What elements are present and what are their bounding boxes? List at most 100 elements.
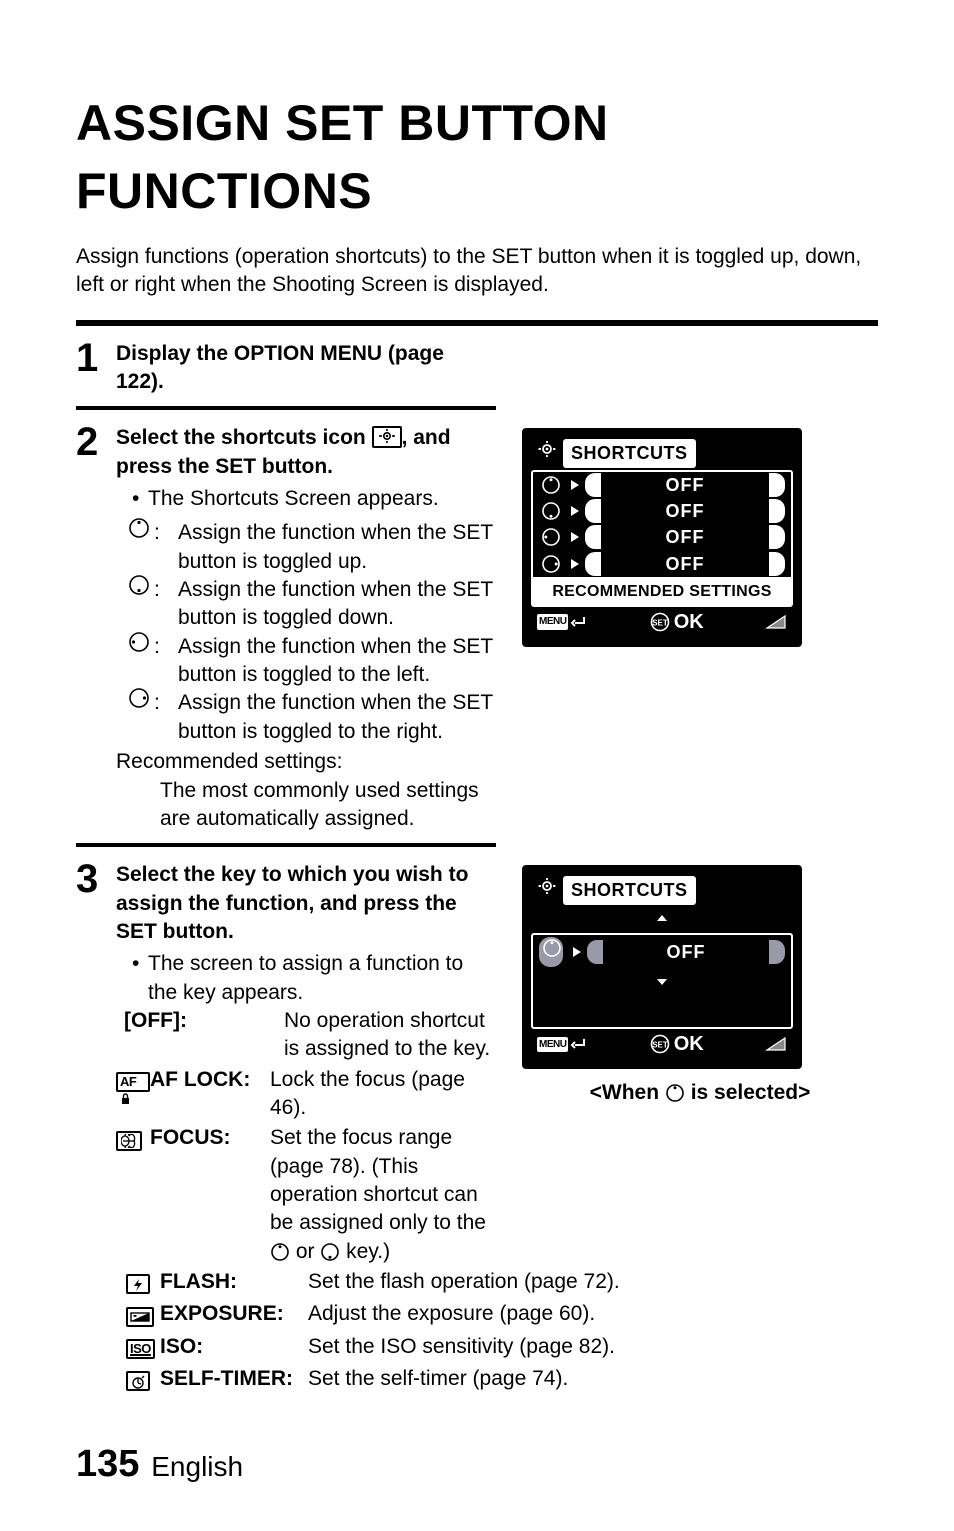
step-3: 3 Select the key to which you wish to as… <box>76 861 878 1268</box>
lcd-row-down-value: OFF <box>601 499 769 523</box>
arrow-right-icon <box>569 478 581 492</box>
aflock-label: AF LOCK: <box>150 1066 270 1094</box>
exposure-icon <box>126 1300 160 1330</box>
up-arrow-icon <box>531 903 793 931</box>
lcd-recommended: RECOMMENDED SETTINGS <box>533 577 791 605</box>
page-language: English <box>151 1448 243 1486</box>
selftimer-text: Set the self-timer (page 74). <box>308 1365 878 1393</box>
menu-label: MENU <box>537 1037 568 1053</box>
set-icon: SET <box>650 612 670 632</box>
arrow-right-icon <box>569 504 581 518</box>
dir-down-icon <box>541 501 561 521</box>
step-2-note: The Shortcuts Screen appears. <box>132 485 496 513</box>
lcd-row-left: OFF <box>533 524 791 550</box>
exposure-text: Adjust the exposure (page 60). <box>308 1300 878 1328</box>
flash-icon <box>126 1268 160 1298</box>
shortcuts-icon <box>372 426 402 448</box>
dir-down-item: : Assign the function when the SET butto… <box>130 576 496 633</box>
lcd-row-right: OFF <box>533 551 791 577</box>
dir-up-icon <box>542 938 562 958</box>
lcd2-title: SHORTCUTS <box>563 876 696 904</box>
lcd-row-left-value: OFF <box>601 525 769 549</box>
set-icon: SET <box>650 1034 670 1054</box>
iso-label: ISO: <box>160 1333 308 1361</box>
lcd-ok-label: OK <box>674 609 704 636</box>
dir-left-icon <box>128 631 150 661</box>
recommended-text: The most commonly used settings are auto… <box>160 777 496 834</box>
lcd-menu-button: MENU <box>537 614 588 630</box>
lcd2-ok-label: OK <box>674 1031 704 1058</box>
divider <box>76 320 878 326</box>
dir-down-text: Assign the function when the SET button … <box>178 578 493 629</box>
step-1: 1 Display the OPTION MENU (page 122). <box>76 340 878 397</box>
divider-short <box>76 843 496 847</box>
flash-label: FLASH: <box>160 1268 308 1296</box>
page-title: ASSIGN SET BUTTON FUNCTIONS <box>76 90 878 225</box>
shortcuts-screen: SHORTCUTS OFF OFF <box>522 428 802 646</box>
dir-right-icon <box>541 554 561 574</box>
gear-icon <box>537 876 557 904</box>
page-footer: 135 English <box>76 1439 878 1490</box>
dir-up-icon <box>270 1242 290 1262</box>
selftimer-label: SELF-TIMER: <box>160 1365 308 1393</box>
lcd-row-right-value: OFF <box>601 552 769 576</box>
lcd-row-up-value: OFF <box>601 473 769 497</box>
focus-label: FOCUS: <box>150 1124 270 1152</box>
dir-up-icon <box>665 1083 685 1103</box>
step-2-heading-a: Select the shortcuts icon <box>116 426 372 449</box>
step-3-note: The screen to assign a function to the k… <box>132 950 496 1007</box>
lcd-ok-button: SET OK <box>650 609 704 636</box>
step-3-heading: Select the key to which you wish to assi… <box>116 863 468 943</box>
dir-left-text: Assign the function when the SET button … <box>178 635 493 686</box>
arrow-right-icon <box>569 530 581 544</box>
dir-up-item: : Assign the function when the SET butto… <box>130 519 496 576</box>
step-2-number: 2 <box>76 424 100 460</box>
lcd2-ok-button: SET OK <box>650 1031 704 1058</box>
off-label: [OFF]: <box>124 1007 284 1064</box>
arrow-right-icon <box>569 557 581 571</box>
dir-up-icon <box>541 475 561 495</box>
dir-left-icon <box>541 527 561 547</box>
iso-text: Set the ISO sensitivity (page 82). <box>308 1333 878 1361</box>
step-1-number: 1 <box>76 340 100 376</box>
dir-up-icon <box>128 517 150 547</box>
dir-down-icon <box>128 574 150 604</box>
aflock-icon: AF <box>116 1066 150 1096</box>
lcd-title: SHORTCUTS <box>563 439 696 467</box>
svg-text:SET: SET <box>652 1041 668 1050</box>
gear-icon <box>537 439 557 467</box>
down-arrow-icon <box>533 967 791 995</box>
lcd-row-up: OFF <box>533 472 791 498</box>
iso-icon: ISO <box>126 1333 160 1363</box>
divider-short <box>76 406 496 410</box>
step-2: 2 Select the shortcuts icon , and press … <box>76 424 878 833</box>
dir-down-icon <box>320 1242 340 1262</box>
intro-text: Assign functions (operation shortcuts) t… <box>76 243 878 300</box>
exposure-label: EXPOSURE: <box>160 1300 308 1328</box>
return-icon <box>570 615 588 629</box>
page-number: 135 <box>76 1439 139 1490</box>
dir-left-item: : Assign the function when the SET butto… <box>130 633 496 690</box>
page-corner-icon <box>765 1036 787 1052</box>
focus-icon <box>116 1124 150 1154</box>
arrow-right-icon <box>571 945 583 959</box>
assign-key-screen: SHORTCUTS OFF MENU <box>522 865 802 1069</box>
step-3-number: 3 <box>76 861 100 897</box>
page-corner-icon <box>765 614 787 630</box>
dir-up-text: Assign the function when the SET button … <box>178 521 493 572</box>
aflock-text: Lock the focus (page 46). <box>270 1066 496 1123</box>
lcd-row-down: OFF <box>533 498 791 524</box>
lcd2-row: OFF <box>533 935 791 969</box>
recommended-label: Recommended settings: <box>116 748 496 776</box>
menu-label: MENU <box>537 614 568 630</box>
dir-right-text: Assign the function when the SET button … <box>178 691 493 742</box>
lcd2-menu-button: MENU <box>537 1037 588 1053</box>
flash-text: Set the flash operation (page 72). <box>308 1268 878 1296</box>
lcd2-caption: <When is selected> <box>522 1079 878 1107</box>
step-1-heading: Display the OPTION MENU (page 122). <box>116 342 444 393</box>
svg-text:SET: SET <box>652 619 668 628</box>
lcd2-value: OFF <box>603 940 769 964</box>
focus-text: Set the focus range (page 78). (This ope… <box>270 1124 496 1266</box>
return-icon <box>570 1037 588 1051</box>
dir-right-item: : Assign the function when the SET butto… <box>130 689 496 746</box>
